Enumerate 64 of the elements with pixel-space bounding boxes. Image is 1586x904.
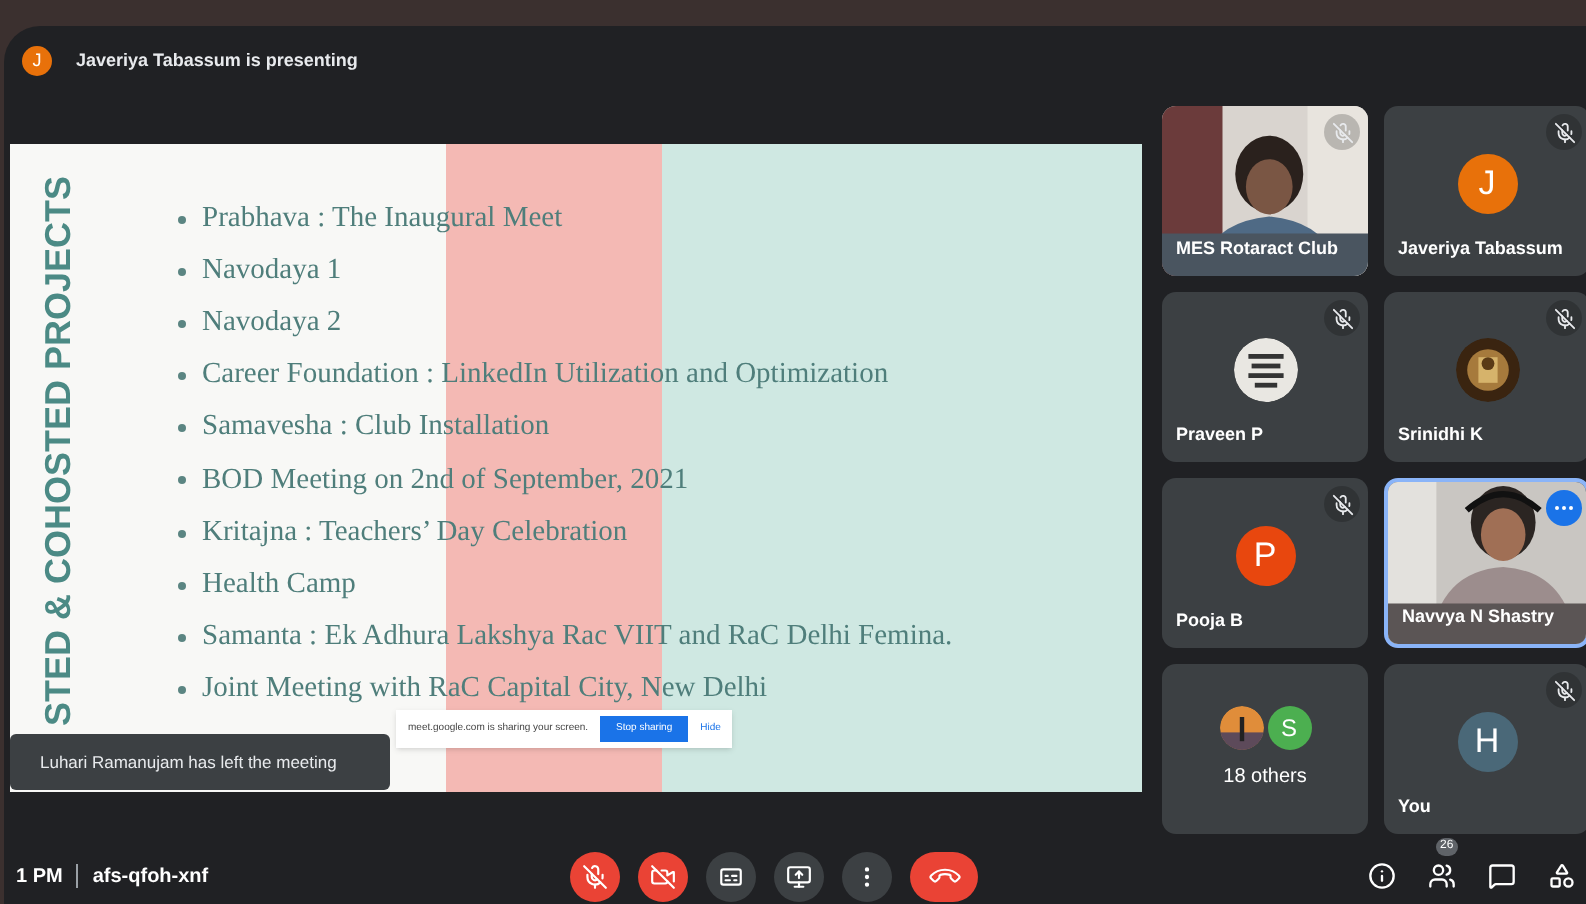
participant-tile[interactable]: MES Rotaract Club xyxy=(1162,106,1368,276)
slide-bullet: Navodaya 1 xyxy=(202,251,342,290)
avatar: J xyxy=(1457,153,1517,213)
present-button[interactable] xyxy=(774,851,825,901)
participant-tile[interactable]: P Pooja B xyxy=(1162,478,1368,648)
chat-icon xyxy=(1488,862,1516,890)
camera-icon xyxy=(650,863,677,889)
info-button[interactable] xyxy=(1366,860,1398,892)
bullet-icon xyxy=(178,634,186,642)
chat-button[interactable] xyxy=(1486,860,1518,892)
presenter-notice: Javeriya Tabassum is presenting xyxy=(76,47,358,74)
meeting-code: afs-qfoh-xnf xyxy=(92,863,209,891)
slide-bullet: Prabhava : The Inaugural Meet xyxy=(202,199,563,238)
slide-bullet: Health Camp xyxy=(202,565,356,604)
slide-side-title: STED & COHOSTED PROJECTS xyxy=(35,175,79,726)
bullet-icon xyxy=(178,686,186,695)
participant-name: Navvya N Shastry xyxy=(1402,603,1555,630)
participant-tile[interactable]: S 18 others xyxy=(1162,664,1368,834)
avatar: S xyxy=(1267,706,1311,750)
meeting-time: 1 PM xyxy=(16,863,63,891)
info-icon xyxy=(1368,862,1396,890)
mic-button[interactable] xyxy=(570,851,621,901)
participant-name: Javeriya Tabassum xyxy=(1398,235,1563,262)
participant-name: Pooja B xyxy=(1176,607,1244,634)
people-icon xyxy=(1428,862,1456,890)
presenter-avatar: J xyxy=(22,46,52,76)
participant-name: MES Rotaract Club xyxy=(1176,235,1339,261)
leave-button[interactable] xyxy=(910,851,979,901)
captions-button[interactable] xyxy=(706,851,757,901)
people-button[interactable] xyxy=(1426,860,1458,892)
bullet-icon xyxy=(178,319,186,328)
present-icon xyxy=(786,863,813,889)
participant-tile[interactable]: Praveen P xyxy=(1162,292,1368,462)
participant-name: Praveen P xyxy=(1176,421,1264,447)
avatar: P xyxy=(1235,525,1295,585)
notification-toast: Luhari Ramanujam has left the meeting xyxy=(10,734,390,790)
slide-bullet: Navodaya 2 xyxy=(202,304,342,342)
mic-icon xyxy=(582,863,609,889)
bullet-icon xyxy=(178,424,186,433)
camera-button[interactable] xyxy=(638,851,689,901)
participant-tile[interactable]: Srinidhi K xyxy=(1384,292,1586,462)
more-button[interactable] xyxy=(842,851,893,901)
participant-name: You xyxy=(1398,793,1431,819)
participant-tile[interactable]: H You xyxy=(1384,664,1586,834)
slide-bullet: Joint Meeting with RaC Capital City, New Delhi xyxy=(202,670,768,709)
bullet-icon xyxy=(178,476,186,485)
bullet-icon xyxy=(178,215,186,223)
slide-bullet: Samavesha : Club Installation xyxy=(202,408,550,447)
captions-icon xyxy=(718,863,745,889)
slide-bullet: Career Foundation : LinkedIn Utilization and Optimization xyxy=(202,356,889,395)
slide-bullet: Kritajna : Teachers’ Day Celebration xyxy=(202,513,628,552)
bullet-icon xyxy=(178,529,186,538)
slide-bullet: Samanta : Ek Adhura Lakshya Rac VIIT and RaC Delhi Femina. xyxy=(202,618,953,657)
participant-count: 18 others xyxy=(1223,764,1307,792)
participant-tile[interactable]: J Javeriya Tabassum xyxy=(1384,106,1586,276)
bullet-icon xyxy=(178,372,186,381)
activities-button[interactable] xyxy=(1546,860,1578,892)
participant-name: Srinidhi K xyxy=(1398,421,1483,447)
participant-tile[interactable]: Navvya N Shastry xyxy=(1384,478,1586,648)
bullet-icon xyxy=(178,581,186,590)
slide-bullet: BOD Meeting on 2nd of September, 2021 xyxy=(202,461,689,500)
bullet-icon xyxy=(178,267,186,276)
activities-icon xyxy=(1548,862,1576,890)
avatar: H xyxy=(1457,711,1517,771)
